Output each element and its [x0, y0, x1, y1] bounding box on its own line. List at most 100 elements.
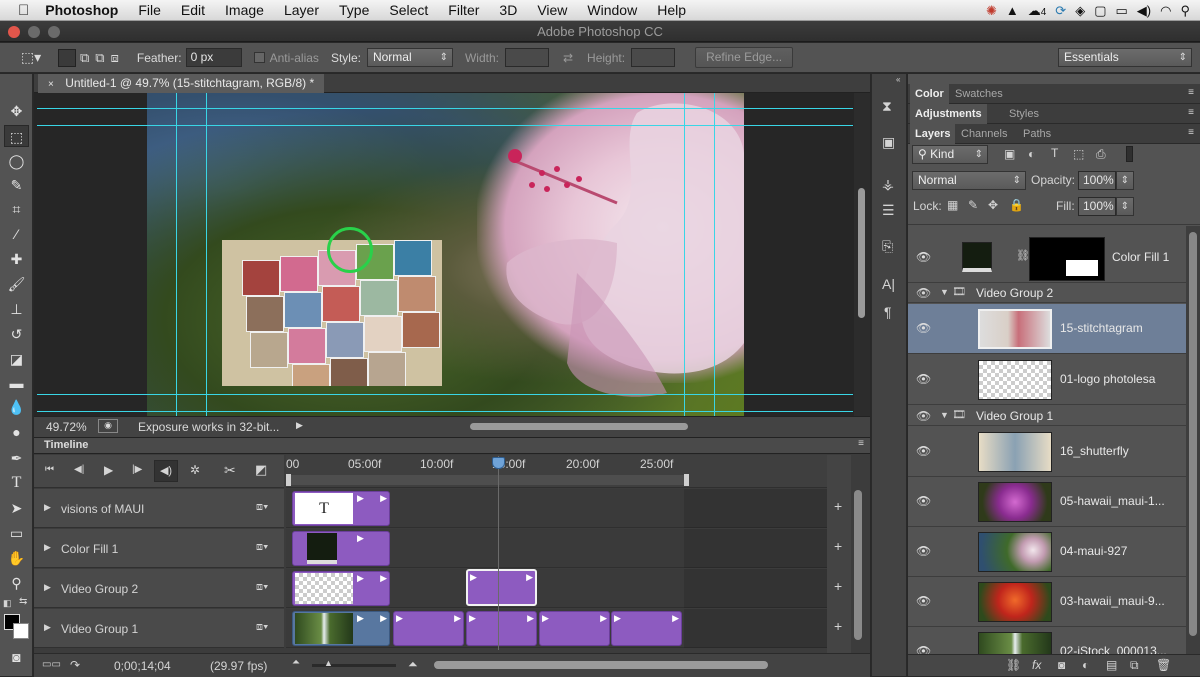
menu-file[interactable]: File	[128, 0, 171, 21]
quick-selection-tool-icon[interactable]: ✎	[4, 174, 29, 196]
panel-menu-icon[interactable]: ≡	[1188, 127, 1194, 138]
eyedropper-tool-icon[interactable]: ⁄	[4, 223, 29, 245]
style-select[interactable]: Normal	[366, 48, 453, 67]
work-area-bar[interactable]	[286, 475, 686, 485]
zoom-window-button[interactable]	[48, 26, 60, 38]
filter-shape-layers-icon[interactable]: ⬚	[1073, 147, 1084, 161]
scrollbar-thumb[interactable]	[858, 188, 865, 318]
clone-stamp-tool-icon[interactable]: ⊥	[4, 298, 29, 320]
timeline-settings-icon[interactable]: ✲	[190, 463, 200, 477]
guide-vertical[interactable]	[206, 93, 207, 416]
playhead-handle[interactable]	[492, 457, 505, 469]
video-clip[interactable]: ▶ ▶	[292, 611, 390, 646]
color-fill-clip[interactable]: ▶	[292, 531, 390, 566]
audio-toggle-icon[interactable]: ◀)	[154, 460, 178, 482]
tab-styles[interactable]: Styles	[1004, 104, 1044, 124]
expand-group-icon[interactable]: ▼	[940, 410, 949, 420]
history-panel-icon[interactable]: ⧗	[882, 98, 892, 115]
menu-select[interactable]: Select	[379, 0, 438, 21]
work-area-end-handle[interactable]	[684, 474, 689, 486]
convert-frame-animation-icon[interactable]: ▭▭	[42, 659, 61, 670]
visibility-eye-icon[interactable]: 👁	[916, 644, 931, 654]
menu-window[interactable]: Window	[577, 0, 647, 21]
hand-tool-icon[interactable]: ✋	[4, 547, 29, 569]
fill-input[interactable]: 100%	[1078, 197, 1116, 216]
transition-icon[interactable]: ◩	[255, 462, 267, 478]
guide-horizontal[interactable]	[37, 125, 853, 126]
layer-row[interactable]: 👁 02-iStock_000013...	[908, 627, 1186, 654]
tab-paths[interactable]: Paths	[1018, 124, 1056, 144]
previous-frame-icon[interactable]: ◀|	[74, 464, 84, 475]
move-tool-icon[interactable]: ✥	[4, 100, 29, 122]
time-ruler[interactable]: 00 05:00f 10:00f 15:00f 20:00f 25:00f	[286, 455, 827, 488]
video-clip[interactable]: ▶ ▶	[393, 611, 464, 646]
timeline-menu-icon[interactable]: ≡	[858, 438, 864, 449]
expand-track-icon[interactable]: ▶	[44, 622, 51, 633]
logo-clip[interactable]: ▶ ▶	[292, 571, 390, 606]
lasso-tool-icon[interactable]: ◯	[4, 150, 29, 172]
visibility-eye-icon[interactable]: 👁	[916, 494, 931, 508]
guide-horizontal[interactable]	[37, 108, 853, 109]
status-icon-red[interactable]: ✺	[986, 3, 997, 19]
volume-icon[interactable]: ◀)	[1137, 3, 1151, 19]
new-selection-icon[interactable]	[58, 48, 76, 67]
add-media-icon[interactable]: +	[834, 498, 842, 514]
layer-row[interactable]: 👁 03-hawaii_maui-9...	[908, 577, 1186, 627]
spotlight-search-icon[interactable]: ⚲	[1180, 3, 1190, 19]
visibility-eye-icon[interactable]: 👁	[916, 544, 931, 558]
tab-layers[interactable]: Layers	[910, 124, 956, 144]
background-color-swatch[interactable]	[13, 623, 29, 639]
expand-track-icon[interactable]: ▶	[44, 502, 51, 513]
track-header[interactable]: ▶ Video Group 2 ⧈▾	[34, 569, 284, 608]
filter-smart-objects-icon[interactable]: ⎙	[1096, 147, 1106, 162]
path-selection-tool-icon[interactable]: ➤	[4, 497, 29, 519]
guide-vertical[interactable]	[176, 93, 177, 416]
canvas-area[interactable]	[34, 93, 854, 416]
paragraph-panel-icon[interactable]: ¶	[884, 304, 892, 320]
tab-channels[interactable]: Channels	[956, 124, 1012, 144]
zoom-in-timeline-icon[interactable]: ⏶	[408, 657, 418, 672]
menu-3d[interactable]: 3D	[489, 0, 527, 21]
info-panel-icon[interactable]: ⎘	[882, 238, 893, 255]
layer-row[interactable]: 👁 04-maui-927	[908, 527, 1186, 577]
visibility-eye-icon[interactable]: 👁	[916, 321, 931, 335]
dropbox-icon[interactable]: ◈	[1075, 3, 1085, 19]
split-at-playhead-icon[interactable]: ✂	[224, 462, 236, 479]
visibility-eye-icon[interactable]: 👁	[916, 444, 931, 458]
height-input[interactable]	[631, 48, 676, 67]
close-window-button[interactable]	[8, 26, 20, 38]
sync-icon[interactable]: ⟳	[1055, 3, 1066, 19]
guide-horizontal[interactable]	[37, 394, 853, 395]
track-header[interactable]: ▶ visions of MAUI ⧈▾	[34, 489, 284, 528]
delete-layer-icon[interactable]: 🗑	[1156, 658, 1171, 672]
visibility-eye-icon[interactable]: 👁	[916, 372, 931, 386]
guide-vertical[interactable]	[684, 93, 685, 416]
rectangle-tool-icon[interactable]: ▭	[4, 522, 29, 544]
swap-dimensions-icon[interactable]: ⇄	[563, 51, 573, 65]
drive-icon[interactable]: ▲	[1006, 3, 1019, 18]
visibility-eye-icon[interactable]: 👁	[916, 594, 931, 608]
layer-filter-kind-select[interactable]: ⚲ Kind	[912, 145, 988, 164]
track-options-icon[interactable]: ⧈▾	[256, 621, 268, 634]
marquee-tool-preset-icon[interactable]: ⬚▾	[14, 49, 48, 66]
layer-link-icon[interactable]: ⛓	[1016, 249, 1030, 262]
stitchtagram-clip[interactable]: ▶ ▶	[466, 569, 537, 606]
healing-brush-tool-icon[interactable]: ✚	[4, 248, 29, 270]
lock-transparent-pixels-icon[interactable]: ▦	[947, 198, 958, 212]
new-group-icon[interactable]: ▤	[1106, 658, 1117, 672]
crop-tool-icon[interactable]: ⌗	[4, 198, 29, 220]
minimize-window-button[interactable]	[28, 26, 40, 38]
go-to-first-frame-icon[interactable]: ⏮	[45, 464, 54, 475]
track-header[interactable]: ▶ Color Fill 1 ⧈▾	[34, 529, 284, 568]
close-document-icon[interactable]: ×	[48, 79, 54, 90]
zoom-tool-icon[interactable]: ⚲	[4, 572, 29, 594]
panel-menu-icon[interactable]: ≡	[1188, 87, 1194, 98]
cloud-icon[interactable]: ☁4	[1028, 3, 1047, 19]
track-options-icon[interactable]: ⧈▾	[256, 581, 268, 594]
layers-scrollbar[interactable]	[1186, 226, 1200, 654]
blend-mode-select[interactable]: Normal	[912, 171, 1026, 190]
lock-position-icon[interactable]: ✥	[988, 198, 998, 212]
zoom-level[interactable]: 49.72%	[46, 420, 87, 434]
add-media-icon[interactable]: +	[834, 618, 842, 634]
workspace-select[interactable]: Essentials	[1058, 48, 1192, 67]
